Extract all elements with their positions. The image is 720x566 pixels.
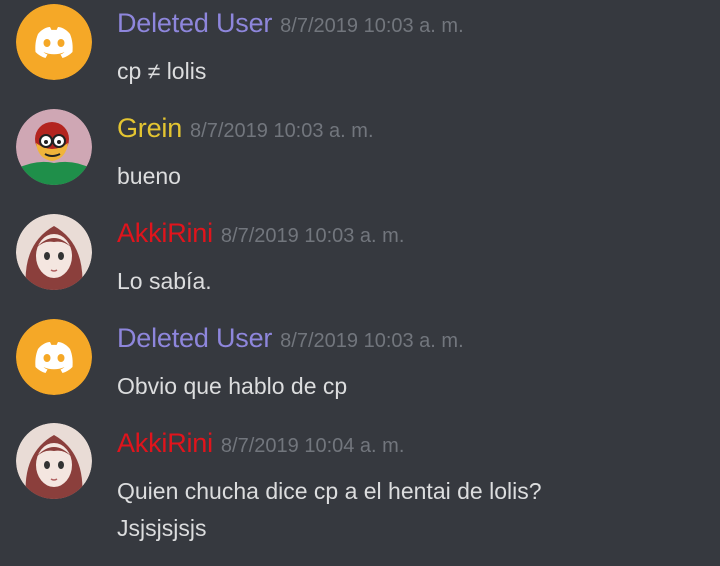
avatar[interactable]: [16, 423, 92, 499]
message-text: Jsjsjsjsjs: [117, 515, 207, 541]
message-text: bueno: [117, 163, 181, 189]
anime-girl-avatar-icon: [16, 423, 92, 499]
discord-logo-icon: [16, 4, 92, 80]
timestamp: 8/7/2019 10:03 a. m.: [280, 330, 464, 352]
author-name[interactable]: AkkiRini: [117, 218, 213, 248]
avatar[interactable]: [16, 109, 92, 185]
author-name[interactable]: AkkiRini: [117, 428, 213, 458]
chat-messages: Deleted User 8/7/2019 10:03 a. m. cp ≠ lo…: [0, 0, 720, 566]
timestamp: 8/7/2019 10:03 a. m.: [190, 120, 374, 142]
message-text: cp ≠ lolis: [117, 58, 207, 84]
timestamp: 8/7/2019 10:03 a. m.: [280, 15, 464, 37]
author-name[interactable]: Deleted User: [117, 8, 272, 38]
avatar[interactable]: [16, 214, 92, 290]
timestamp: 8/7/2019 10:03 a. m.: [220, 225, 405, 247]
timestamp: 8/7/2019 10:04 a. m.: [220, 435, 405, 457]
message-text: Lo sabía.: [117, 268, 212, 294]
avatar[interactable]: [16, 4, 92, 80]
anime-girl-avatar-icon: [16, 214, 92, 290]
message-text: Obvio que hablo de cp: [117, 373, 348, 399]
avatar[interactable]: [16, 319, 92, 395]
cartoon-avatar-icon: [16, 109, 92, 185]
author-name[interactable]: Deleted User: [117, 323, 272, 353]
author-name[interactable]: Grein: [117, 113, 182, 143]
message-text: Quien chucha dice cp a el hentai de loli…: [117, 478, 542, 504]
discord-logo-icon: [16, 319, 92, 395]
